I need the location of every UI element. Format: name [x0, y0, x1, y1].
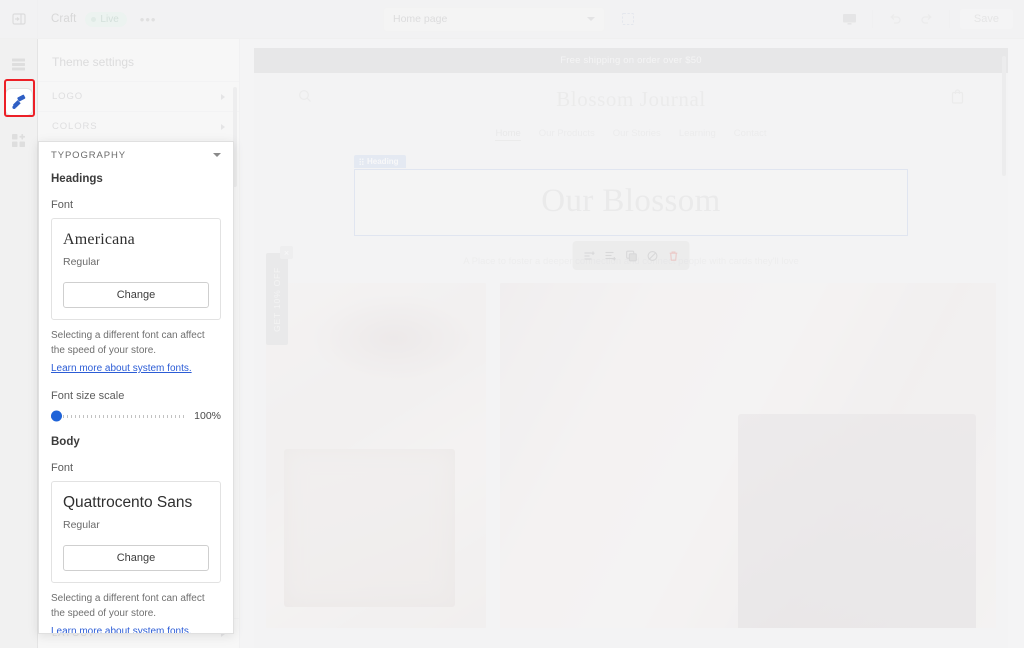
status-badge-label: Live [100, 13, 119, 25]
headings-font-label: Font [51, 199, 74, 211]
section-logo-label: LOGO [52, 91, 84, 102]
exit-panel-icon[interactable] [0, 0, 38, 39]
headings-change-font-button[interactable]: Change [63, 282, 209, 308]
storefront: Free shipping on order over $50 Blossom … [254, 48, 1008, 648]
typography-body: Headings Font Americana Regular Change S… [39, 173, 233, 633]
headings-scale-value: 100% [194, 410, 221, 422]
headings-font-name: Americana [63, 231, 135, 248]
nav-item-our-products[interactable]: Our Products [539, 128, 595, 141]
store-preview: Free shipping on order over $50 Blossom … [240, 39, 1024, 648]
preview-scrollbar[interactable] [1002, 56, 1006, 176]
duplicate-icon[interactable] [622, 246, 641, 265]
typography-header-label: TYPOGRAPHY [51, 149, 126, 161]
headings-scale-slider-row: 100% [51, 410, 221, 422]
top-actions: Save [837, 7, 1014, 31]
section-logo[interactable]: LOGO [38, 81, 239, 111]
body-change-font-button[interactable]: Change [63, 545, 209, 571]
typography-header[interactable]: TYPOGRAPHY [39, 142, 233, 168]
chevron-down-icon [213, 153, 221, 157]
save-button[interactable]: Save [958, 8, 1014, 30]
body-font-card: Quattrocento Sans Regular Change [51, 481, 221, 583]
body-font-note: Selecting a different font can affect th… [51, 593, 205, 619]
sections-icon[interactable] [6, 51, 32, 77]
nav-item-contact[interactable]: Contact [734, 128, 767, 141]
toolbar-divider-2 [948, 10, 950, 28]
hide-icon[interactable] [643, 246, 662, 265]
page-title: Theme settings [52, 55, 135, 69]
store-header: Blossom Journal Home Our Products Our St… [254, 73, 1008, 151]
heading-text: Our Blossom [541, 183, 721, 219]
store-name: Blossom Journal [556, 87, 706, 111]
delete-icon[interactable] [664, 246, 683, 265]
cart-icon[interactable] [951, 89, 964, 109]
hero-section: Heading Our Blossom A Place to foster a … [254, 155, 1008, 270]
chevron-down-icon [587, 17, 595, 21]
theme-editor: Craft Live ••• Home page Save Theme sett… [0, 0, 1024, 648]
nav-item-home[interactable]: Home [495, 128, 521, 141]
nav-item-our-stories[interactable]: Our Stories [613, 128, 661, 141]
selected-block-badge-label: Heading [367, 157, 399, 166]
headings-font-card: Americana Regular Change [51, 218, 221, 320]
nav-item-learning[interactable]: Learning [679, 128, 716, 141]
headings-font-note: Selecting a different font can affect th… [51, 330, 205, 356]
section-colors[interactable]: COLORS [38, 111, 239, 141]
image-gallery [254, 283, 1008, 628]
status-badge: Live [85, 11, 127, 27]
body-system-fonts-link[interactable]: Learn more about system fonts. [51, 626, 192, 633]
apps-icon[interactable] [6, 127, 32, 153]
more-menu-button[interactable]: ••• [136, 12, 157, 27]
search-icon[interactable] [298, 89, 312, 108]
product-photo-tarot-cards[interactable] [500, 283, 996, 628]
theme-name: Craft [51, 13, 77, 25]
paint-roller-icon[interactable] [5, 89, 32, 115]
headings-font-weight: Regular [63, 256, 100, 268]
page-selector-group: Home page [383, 6, 641, 32]
product-photo-gift-box[interactable] [266, 283, 486, 628]
toolbar-divider [871, 10, 873, 28]
body-font-name: Quattrocento Sans [63, 494, 193, 511]
heading-block[interactable]: Our Blossom [354, 169, 908, 236]
left-rail [0, 39, 38, 648]
store-nav: Home Our Products Our Stories Learning C… [254, 128, 1008, 141]
promo-tab-label: GET 10% OFF [272, 266, 282, 332]
drag-handle-icon[interactable] [359, 158, 364, 165]
inspector-icon[interactable] [615, 7, 641, 31]
top-toolbar: Craft Live ••• Home page Save [0, 0, 1024, 39]
desktop-preview-icon[interactable] [837, 7, 863, 31]
headings-group-title: Headings [51, 173, 103, 185]
body-group-title: Body [51, 436, 80, 448]
headings-scale-label: Font size scale [51, 390, 125, 402]
close-icon[interactable]: × [280, 246, 293, 259]
chevron-right-icon [221, 93, 225, 100]
add-section-above-icon[interactable] [580, 246, 599, 265]
body-font-label: Font [51, 462, 74, 474]
page-selector[interactable]: Home page [383, 6, 605, 32]
add-section-below-icon[interactable] [601, 246, 620, 265]
redo-icon[interactable] [914, 7, 940, 31]
status-dot-icon [91, 16, 97, 22]
slider-track-ticks [51, 414, 185, 418]
slider-handle[interactable] [51, 410, 62, 422]
typography-section: TYPOGRAPHY Headings Font Americana Regul… [38, 141, 234, 634]
announcement-bar: Free shipping on order over $50 [254, 48, 1008, 73]
undo-icon[interactable] [882, 7, 908, 31]
headings-scale-slider[interactable] [51, 410, 185, 422]
theme-identity: Craft Live ••• [38, 11, 157, 27]
headings-system-fonts-link[interactable]: Learn more about system fonts. [51, 363, 192, 374]
block-floating-toolbar [572, 241, 690, 270]
promo-tab[interactable]: GET 10% OFF × [266, 246, 293, 345]
selected-block-badge[interactable]: Heading [354, 155, 406, 168]
page-selector-value: Home page [393, 13, 448, 25]
section-colors-label: COLORS [52, 121, 98, 132]
chevron-right-icon [221, 123, 225, 130]
body-font-weight: Regular [63, 519, 100, 531]
